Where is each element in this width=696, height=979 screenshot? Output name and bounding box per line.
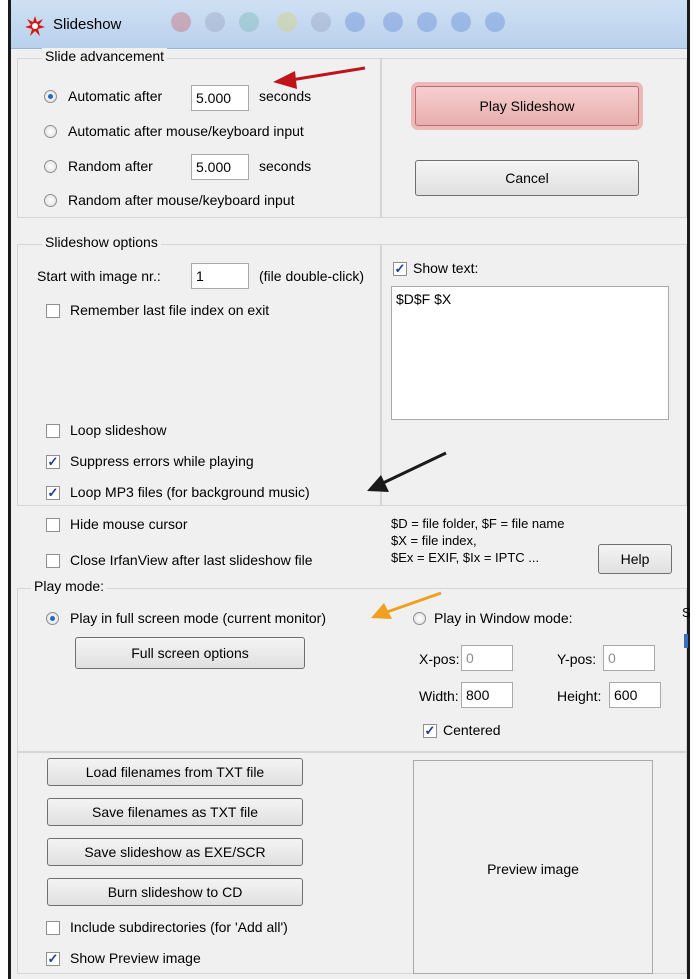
random-after-seconds-unit: seconds [259,158,312,174]
close-after-last-label[interactable]: Close IrfanView after last slideshow fil… [70,552,313,568]
height-input[interactable] [609,682,661,708]
suppress-errors-label[interactable]: Suppress errors while playing [70,453,254,469]
fullscreen-mode-label[interactable]: Play in full screen mode (current monito… [70,610,326,626]
window-title: Slideshow [53,16,122,33]
remember-index-checkbox[interactable] [46,304,60,318]
xpos-label: X-pos: [419,651,460,667]
save-filenames-button[interactable]: Save filenames as TXT file [47,798,303,826]
show-text-checkbox[interactable]: ✓ [393,262,407,276]
slideshow-options-label: Slideshow options [42,234,161,250]
ypos-input[interactable] [603,645,655,671]
show-text-textarea[interactable]: $D$F $X [391,286,669,420]
auto-after-seconds-unit: seconds [259,88,312,104]
random-input-radio[interactable] [44,194,57,207]
cancel-button[interactable]: Cancel [415,160,639,196]
loop-slideshow-label[interactable]: Loop slideshow [70,422,167,438]
auto-after-radio[interactable] [44,90,57,103]
start-image-hint: (file double-click) [259,268,365,284]
centered-label[interactable]: Centered [443,722,501,738]
start-image-input[interactable] [191,263,249,289]
remember-index-label[interactable]: Remember last file index on exit [70,302,269,318]
centered-checkbox[interactable]: ✓ [423,724,437,738]
slideshow-dialog: Slideshow Slide advancement Automatic af… [8,0,691,979]
edge-scroll-marker [684,634,688,648]
ypos-label: Y-pos: [557,651,597,667]
auto-input-label[interactable]: Automatic after mouse/keyboard input [68,123,304,139]
full-screen-options-button[interactable]: Full screen options [75,637,305,669]
help-button[interactable]: Help [598,544,672,574]
show-preview-checkbox[interactable]: ✓ [46,952,60,966]
random-after-label[interactable]: Random after [68,158,153,174]
preview-image-label: Preview image [487,861,579,877]
text-legend-line-1: $D = file folder, $F = file name [391,516,565,531]
burn-cd-button[interactable]: Burn slideshow to CD [47,878,303,906]
loop-mp3-label[interactable]: Loop MP3 files (for background music) [70,484,310,500]
title-bar: Slideshow [11,0,687,49]
text-legend-line-3: $Ex = EXIF, $Ix = IPTC ... [391,550,540,565]
show-text-label[interactable]: Show text: [413,260,478,276]
show-preview-label[interactable]: Show Preview image [70,950,201,966]
random-after-seconds-input[interactable] [191,154,249,180]
background-toolbar [171,12,691,38]
suppress-errors-checkbox[interactable]: ✓ [46,455,60,469]
xpos-input[interactable] [461,645,513,671]
load-filenames-button[interactable]: Load filenames from TXT file [47,758,303,786]
irfanview-app-icon [25,16,45,36]
loop-slideshow-checkbox[interactable] [46,424,60,438]
include-subdirs-checkbox[interactable] [46,921,60,935]
start-image-label: Start with image nr.: [37,268,161,284]
text-legend-line-2: $X = file index, [391,533,477,548]
fullscreen-mode-radio[interactable] [46,612,59,625]
random-input-label[interactable]: Random after mouse/keyboard input [68,192,294,208]
play-mode-label: Play mode: [31,578,108,594]
auto-after-seconds-input[interactable] [191,85,249,111]
window-mode-label[interactable]: Play in Window mode: [434,610,573,626]
save-exe-scr-button[interactable]: Save slideshow as EXE/SCR [47,838,303,866]
play-slideshow-button[interactable]: Play Slideshow [415,86,639,126]
loop-mp3-checkbox[interactable]: ✓ [46,486,60,500]
auto-input-radio[interactable] [44,125,57,138]
edge-text: S [682,605,691,620]
auto-after-label[interactable]: Automatic after [68,88,162,104]
preview-image-box: Preview image [413,760,653,974]
random-after-radio[interactable] [44,160,57,173]
hide-cursor-checkbox[interactable] [46,518,60,532]
close-after-last-checkbox[interactable] [46,554,60,568]
height-label: Height: [557,688,602,704]
include-subdirs-label[interactable]: Include subdirectories (for 'Add all') [70,919,288,935]
window-mode-radio[interactable] [413,612,426,625]
width-input[interactable] [461,682,513,708]
width-label: Width: [419,688,459,704]
hide-cursor-label[interactable]: Hide mouse cursor [70,516,188,532]
slide-advancement-label: Slide advancement [42,48,168,64]
